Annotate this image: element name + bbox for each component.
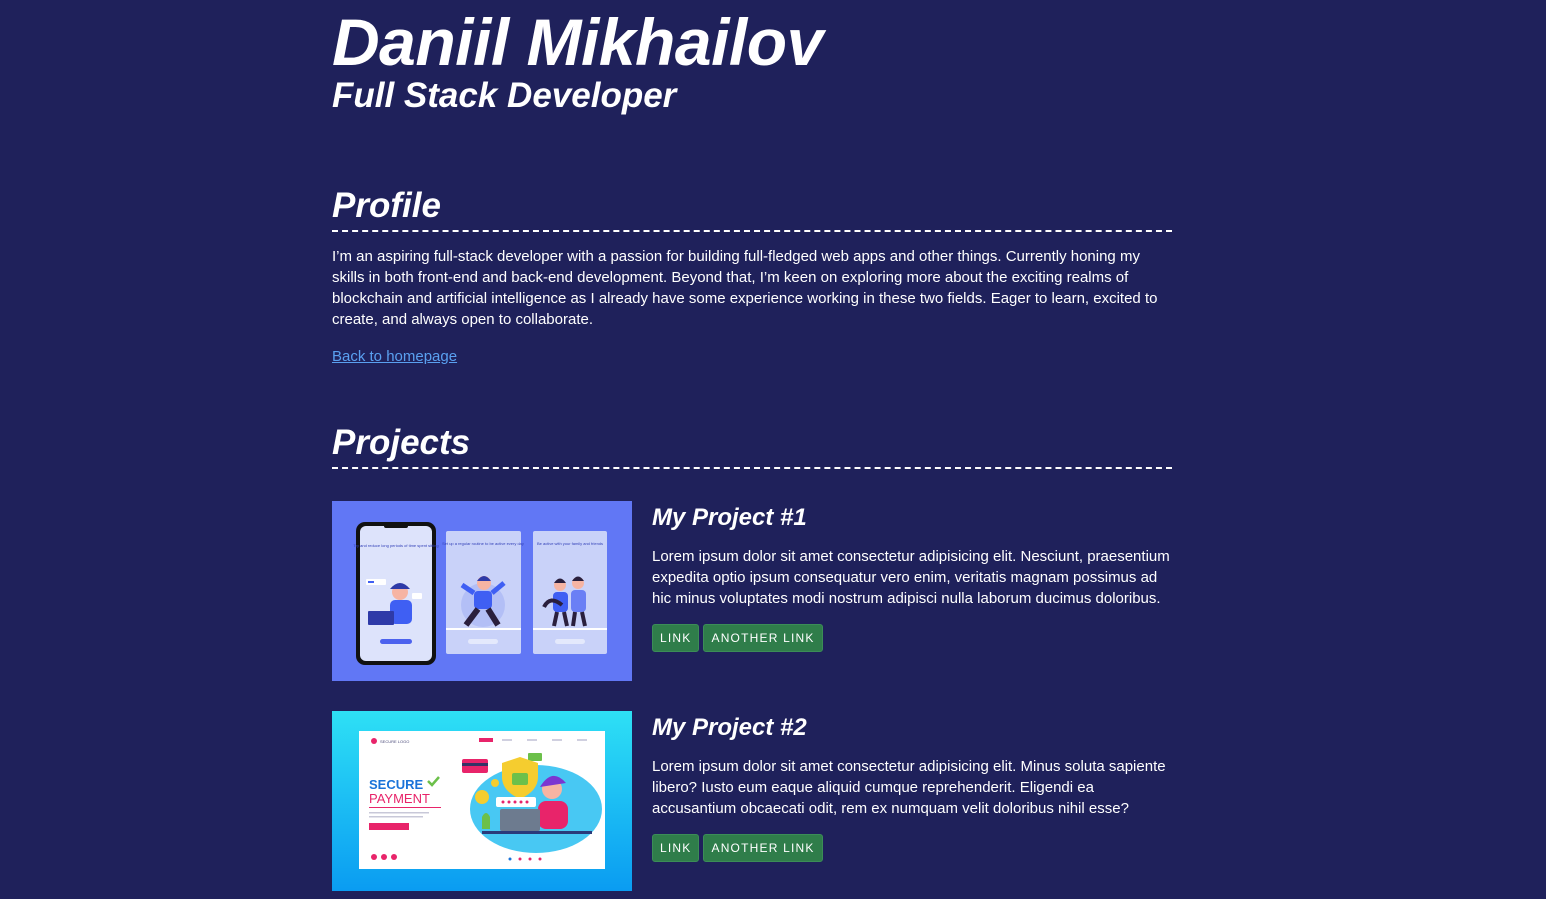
profile-divider — [332, 230, 1172, 232]
project-title: My Project #1 — [652, 504, 807, 531]
project-card: Try and reduce long periods of time spen… — [332, 501, 1172, 681]
projects-divider — [332, 467, 1172, 469]
project-links: Link Another link — [652, 834, 1172, 862]
project-thumbnail: SECURE LOGO SECURE PAYMENT — [332, 711, 632, 891]
page-title: Daniil Mikhailov — [332, 5, 823, 79]
project-info: My Project #2 Lorem ipsum dolor sit amet… — [652, 711, 1172, 862]
project-description: Lorem ipsum dolor sit amet consectetur a… — [652, 548, 1170, 607]
project-another-link-button[interactable]: Another link — [703, 624, 823, 652]
screen-3-text: Be active with your family and friends — [537, 541, 603, 546]
project-info: My Project #1 Lorem ipsum dolor sit amet… — [652, 501, 1172, 652]
project-title: My Project #2 — [652, 714, 807, 741]
profile-heading: Profile — [332, 186, 441, 225]
project-link-button[interactable]: Link — [652, 624, 700, 652]
project-another-link-button[interactable]: Another link — [703, 834, 823, 862]
profile-text: I’m an aspiring full-stack developer wit… — [332, 248, 1158, 328]
screen-2-text: Set up a regular routine to be active ev… — [442, 541, 524, 546]
page-subtitle: Full Stack Developer — [332, 76, 677, 115]
headline-secure: SECURE — [369, 777, 424, 792]
project-card: SECURE LOGO SECURE PAYMENT My Project #2… — [332, 711, 1172, 891]
project-thumbnail: Try and reduce long periods of time spen… — [332, 501, 632, 681]
projects-heading: Projects — [332, 423, 471, 462]
logo-text: SECURE LOGO — [380, 739, 409, 744]
project-link-button[interactable]: Link — [652, 834, 700, 862]
back-to-homepage-link[interactable]: Back to homepage — [332, 347, 457, 367]
project-links: Link Another link — [652, 624, 1172, 652]
project-description: Lorem ipsum dolor sit amet consectetur a… — [652, 758, 1166, 817]
screen-1-text: Try and reduce long periods of time spen… — [353, 543, 438, 548]
headline-payment: PAYMENT — [369, 791, 430, 806]
